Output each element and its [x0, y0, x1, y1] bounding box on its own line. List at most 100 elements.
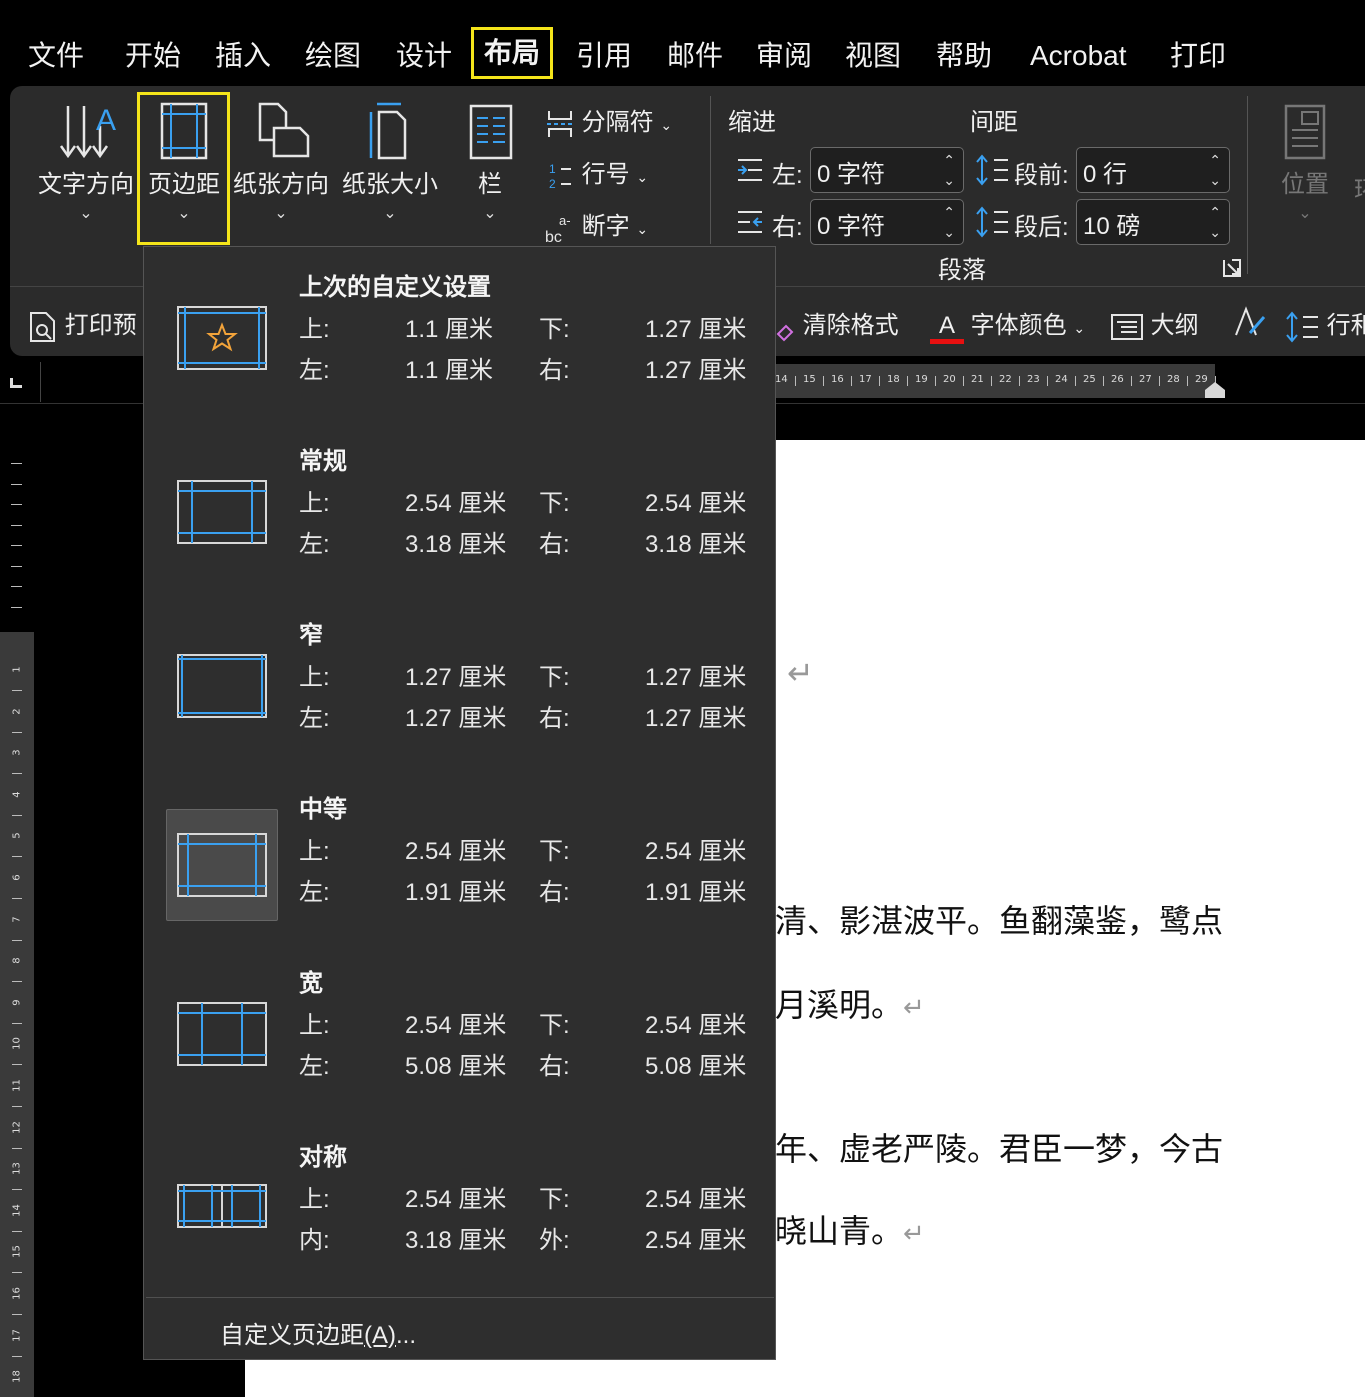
preset-normal[interactable]: 常规 上: 2.54 厘米 下: 2.54 厘米 左: 3.18 厘米 右: 3…: [144, 421, 775, 595]
menu-layout[interactable]: 布局: [471, 27, 554, 79]
spin-arrows-icon[interactable]: ⌃ ⌄: [1209, 150, 1221, 190]
columns-button[interactable]: 栏 ⌄: [462, 96, 518, 223]
preset-icon-wrap: [166, 287, 278, 399]
indent-left-input[interactable]: 0 字符 ⌃ ⌄: [810, 147, 964, 193]
custom-margins-ellipsis: ...: [396, 1322, 417, 1349]
ruler-tick-label: 22: [999, 374, 1012, 385]
menu-insert[interactable]: 插入: [215, 36, 271, 76]
menu-mailings[interactable]: 邮件: [667, 36, 723, 76]
vruler-margin-tick: [11, 504, 22, 505]
clear-format-button[interactable]: 清除格式: [774, 305, 899, 342]
spin-arrows-icon[interactable]: ⌃ ⌄: [1209, 202, 1221, 242]
ruler-tick-label: 26: [1111, 374, 1124, 385]
space-after-input[interactable]: 10 磅 ⌃ ⌄: [1076, 199, 1230, 245]
bottom-label: 下:: [539, 1012, 570, 1039]
preset-moderate[interactable]: 中等 上: 2.54 厘米 下: 2.54 厘米 左: 1.91 厘米 右: 1…: [144, 769, 775, 943]
menu-help[interactable]: 帮助: [936, 36, 992, 76]
chevron-down-icon: ⌄: [636, 221, 649, 237]
vruler-tick-label: 14: [11, 1203, 23, 1217]
space-before-input[interactable]: 0 行 ⌃ ⌄: [1076, 147, 1230, 193]
ruler-tick-mark: [991, 376, 992, 386]
line-numbers-icon: 1 2: [549, 162, 571, 191]
ruler-tick-label: 20: [943, 374, 956, 385]
custom-margins-item[interactable]: 自定义页边距(A)...: [220, 1315, 416, 1350]
line-numbers-button[interactable]: 1 2 行号 ⌄: [545, 154, 648, 192]
spin-arrows-icon[interactable]: ⌃ ⌄: [943, 150, 955, 190]
styles-pane-button[interactable]: [1232, 305, 1268, 339]
menu-review[interactable]: 审阅: [756, 36, 812, 76]
indent-right-value: 0 字符: [817, 213, 886, 240]
ruler-tick-mark: [1075, 376, 1076, 386]
paragraph-mark: ↵: [787, 654, 814, 692]
ruler-tick-label: 17: [859, 374, 872, 385]
menu-acrobat[interactable]: Acrobat: [1030, 36, 1127, 76]
preset-narrow[interactable]: 窄 上: 1.27 厘米 下: 1.27 厘米 左: 1.27 厘米 右: 1.…: [144, 595, 775, 769]
line-spacing-button[interactable]: 行和: [1284, 305, 1365, 344]
menu-references[interactable]: 引用: [576, 36, 632, 76]
indent-left-value: 0 字符: [817, 161, 886, 188]
paragraph-group-label: 段落: [938, 257, 986, 284]
vertical-ruler[interactable]: 1 2 3 4 5 6 7 8 9 10 11 12 13 14 15 16 17 18: [0, 632, 34, 1397]
ruler-tick-mark: [1187, 376, 1188, 386]
preset-icon-wrap: [166, 983, 278, 1095]
svg-text:a-: a-: [559, 213, 571, 228]
left-label: 左:: [299, 1053, 330, 1080]
left-label: 左:: [299, 357, 330, 384]
position-button[interactable]: 位置 ⌄: [1272, 96, 1338, 223]
preset-title: 宽: [299, 970, 323, 997]
normal-margins-icon: [177, 480, 267, 544]
font-color-button[interactable]: A 字体颜色 ⌄: [930, 305, 1085, 344]
preset-icon-wrap: [166, 635, 278, 747]
indent-left-label: 左:: [772, 162, 803, 189]
vruler-tick-label: 9: [11, 999, 23, 1006]
preset-icon-wrap: [166, 461, 278, 573]
size-button[interactable]: 纸张大小 ⌄: [342, 96, 438, 223]
preset-last-custom[interactable]: 上次的自定义设置 上: 1.1 厘米 下: 1.27 厘米 左: 1.1 厘米 …: [144, 247, 775, 421]
print-preview-button[interactable]: 打印预: [28, 305, 137, 344]
horizontal-ruler[interactable]: 14 15 16 17 18 19 20 21 22 23 24 25 26 27 28 29: [775, 364, 1225, 398]
orientation-button[interactable]: 纸张方向 ⌄: [233, 96, 329, 223]
text-direction-button[interactable]: A 文字方向 ⌄: [38, 96, 134, 223]
line-spacing-label: 行和: [1326, 312, 1365, 339]
menu-view[interactable]: 视图: [845, 36, 901, 76]
menu-file[interactable]: 文件: [28, 36, 84, 76]
breaks-button[interactable]: 分隔符 ⌄: [545, 102, 672, 139]
ribbon-separator: [710, 96, 711, 244]
menu-bar: 文件 开始 插入 绘图 设计 布局 引用 邮件 审阅 视图 帮助 Acrobat…: [0, 0, 1365, 86]
ruler-tick-mark: [1047, 376, 1048, 386]
vruler-tick-label: 18: [11, 1370, 23, 1384]
inside-label: 内:: [299, 1227, 330, 1254]
spin-arrows-icon[interactable]: ⌃ ⌄: [943, 202, 955, 242]
bottom-value: 2.54 厘米: [645, 1012, 747, 1039]
hyphenation-button[interactable]: a- bc 断字 ⌄: [545, 206, 649, 246]
ruler-tick-label: 19: [915, 374, 928, 385]
ruler-tick-mark: [795, 376, 796, 386]
preset-mirrored[interactable]: 对称 上: 2.54 厘米 下: 2.54 厘米 内: 3.18 厘米 外: 2…: [144, 1117, 775, 1291]
tab-selector-icon[interactable]: [10, 378, 22, 388]
right-label: 右:: [539, 879, 570, 906]
right-value: 3.18 厘米: [645, 531, 747, 558]
ruler-tick-label: 28: [1167, 374, 1180, 385]
menu-draw[interactable]: 绘图: [305, 36, 361, 76]
outline-button[interactable]: 大纲: [1110, 305, 1199, 342]
moderate-margins-icon: [177, 833, 267, 897]
vruler-tick-mark: [12, 1189, 22, 1191]
size-label: 纸张大小: [342, 171, 438, 198]
custom-margins-label: 自定义页边距: [220, 1322, 364, 1349]
indent-right-input[interactable]: 0 字符 ⌃ ⌄: [810, 199, 964, 245]
cut-off-label: 环: [1354, 170, 1365, 205]
menu-print[interactable]: 打印: [1170, 36, 1226, 76]
space-after-icon: [976, 206, 1008, 238]
right-value: 1.27 厘米: [645, 357, 747, 384]
menu-design[interactable]: 设计: [396, 36, 452, 76]
print-preview-icon: [30, 311, 55, 342]
ruler-tick-mark: [935, 376, 936, 386]
preset-wide[interactable]: 宽 上: 2.54 厘米 下: 2.54 厘米 左: 5.08 厘米 右: 5.…: [144, 943, 775, 1117]
dialog-launcher-icon[interactable]: [1222, 258, 1242, 278]
indent-right-icon: [738, 211, 762, 233]
vruler-tick-label: 6: [11, 874, 23, 881]
right-indent-marker-icon[interactable]: [1203, 382, 1227, 398]
vruler-tick-mark: [12, 1355, 22, 1357]
menu-home[interactable]: 开始: [125, 36, 181, 76]
vruler-tick-mark: [12, 814, 22, 816]
